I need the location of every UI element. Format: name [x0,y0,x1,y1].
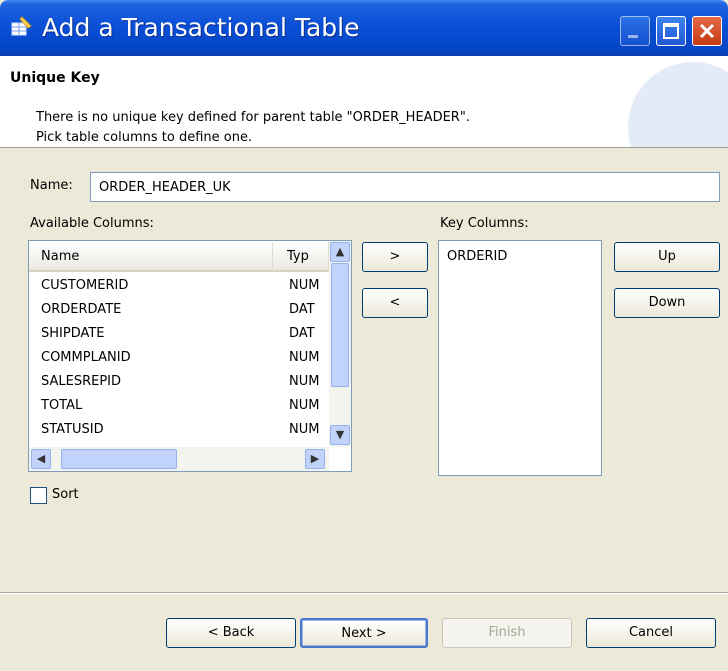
available-columns-table[interactable]: Name Typ CUSTOMERID NUM ORDERDATE DAT SH… [28,240,352,472]
cell-name: SALESREPID [41,374,122,389]
dialog-window: Add a Transactional Table Unique Key The… [0,0,728,671]
scroll-left-button[interactable]: ◀ [31,449,51,469]
add-column-button[interactable]: > [362,242,428,272]
description-line-1: There is no unique key defined for paren… [36,110,470,125]
cell-name: CUSTOMERID [41,278,129,293]
chevron-right-icon: ▶ [310,452,320,465]
scroll-down-button[interactable]: ▼ [330,425,350,445]
name-label: Name: [30,178,73,193]
column-header-name[interactable]: Name [29,242,273,272]
table-row[interactable]: STATUSID NUM [29,418,329,442]
table-row[interactable]: TOTAL NUM [29,394,329,418]
vertical-scroll-thumb[interactable] [331,263,349,387]
cell-type: NUM [289,374,320,389]
chevron-down-icon: ▼ [335,428,345,441]
back-button[interactable]: < Back [166,618,296,648]
name-input[interactable] [90,172,720,202]
wizard-header: Unique Key There is no unique key define… [0,56,728,148]
maximize-icon [657,23,685,49]
key-columns-list[interactable]: ORDERID [438,240,602,476]
table-row[interactable]: COMMPLANID NUM [29,346,329,370]
window-title: Add a Transactional Table [42,13,360,42]
maximize-button[interactable] [656,16,686,46]
title-bar[interactable]: Add a Transactional Table [0,0,728,56]
remove-column-button[interactable]: < [362,288,428,318]
cell-type: NUM [289,398,320,413]
page-description: There is no unique key defined for paren… [36,108,470,147]
footer-divider [0,592,728,594]
chevron-left-icon: ◀ [36,452,46,465]
cell-name: ORDERDATE [41,302,122,317]
chevron-up-icon: ▲ [335,245,345,258]
cell-type: NUM [289,278,320,293]
column-header-type[interactable]: Typ [273,242,329,272]
close-button[interactable] [692,16,722,46]
scroll-up-button[interactable]: ▲ [330,242,350,262]
move-down-button[interactable]: Down [614,288,720,318]
cell-type: DAT [289,326,315,341]
available-columns-label: Available Columns: [30,216,154,231]
sort-label: Sort [52,487,79,502]
scroll-right-button[interactable]: ▶ [305,449,325,469]
table-wizard-icon [8,14,34,40]
cell-name: STATUSID [41,422,104,437]
cell-type: NUM [289,422,320,437]
list-item[interactable]: ORDERID [447,249,507,264]
horizontal-scroll-thumb[interactable] [61,449,177,469]
cell-name: COMMPLANID [41,350,131,365]
cancel-button[interactable]: Cancel [586,618,716,648]
table-row[interactable]: CUSTOMERID NUM [29,274,329,298]
next-button[interactable]: Next > [300,618,428,648]
minimize-button[interactable] [620,16,650,46]
table-row[interactable]: SALESREPID NUM [29,370,329,394]
header-decoration [628,62,728,147]
table-row[interactable]: SHIPDATE DAT [29,322,329,346]
sort-checkbox[interactable] [30,487,47,504]
cell-type: NUM [289,350,320,365]
key-columns-label: Key Columns: [440,216,529,231]
close-icon [693,23,721,49]
minimize-icon [621,33,649,49]
finish-button[interactable]: Finish [442,618,572,648]
cell-name: TOTAL [41,398,83,413]
page-title: Unique Key [10,70,100,86]
cell-type: DAT [289,302,315,317]
cell-name: SHIPDATE [41,326,105,341]
move-up-button[interactable]: Up [614,242,720,272]
description-line-2: Pick table columns to define one. [36,130,253,145]
table-row[interactable]: ORDERDATE DAT [29,298,329,322]
